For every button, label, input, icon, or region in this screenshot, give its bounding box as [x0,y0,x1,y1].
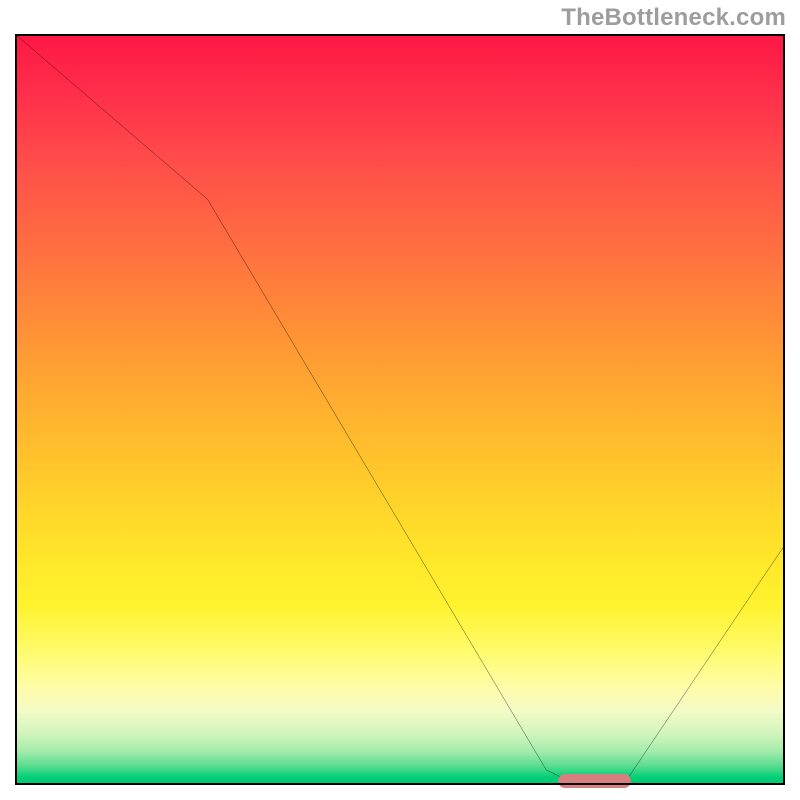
bottleneck-curve-path [15,34,785,785]
chart-container: TheBottleneck.com [0,0,800,800]
optimal-range-marker [558,774,631,788]
watermark-text: TheBottleneck.com [561,4,786,32]
plot-area [15,34,785,785]
curve-layer [15,34,785,785]
